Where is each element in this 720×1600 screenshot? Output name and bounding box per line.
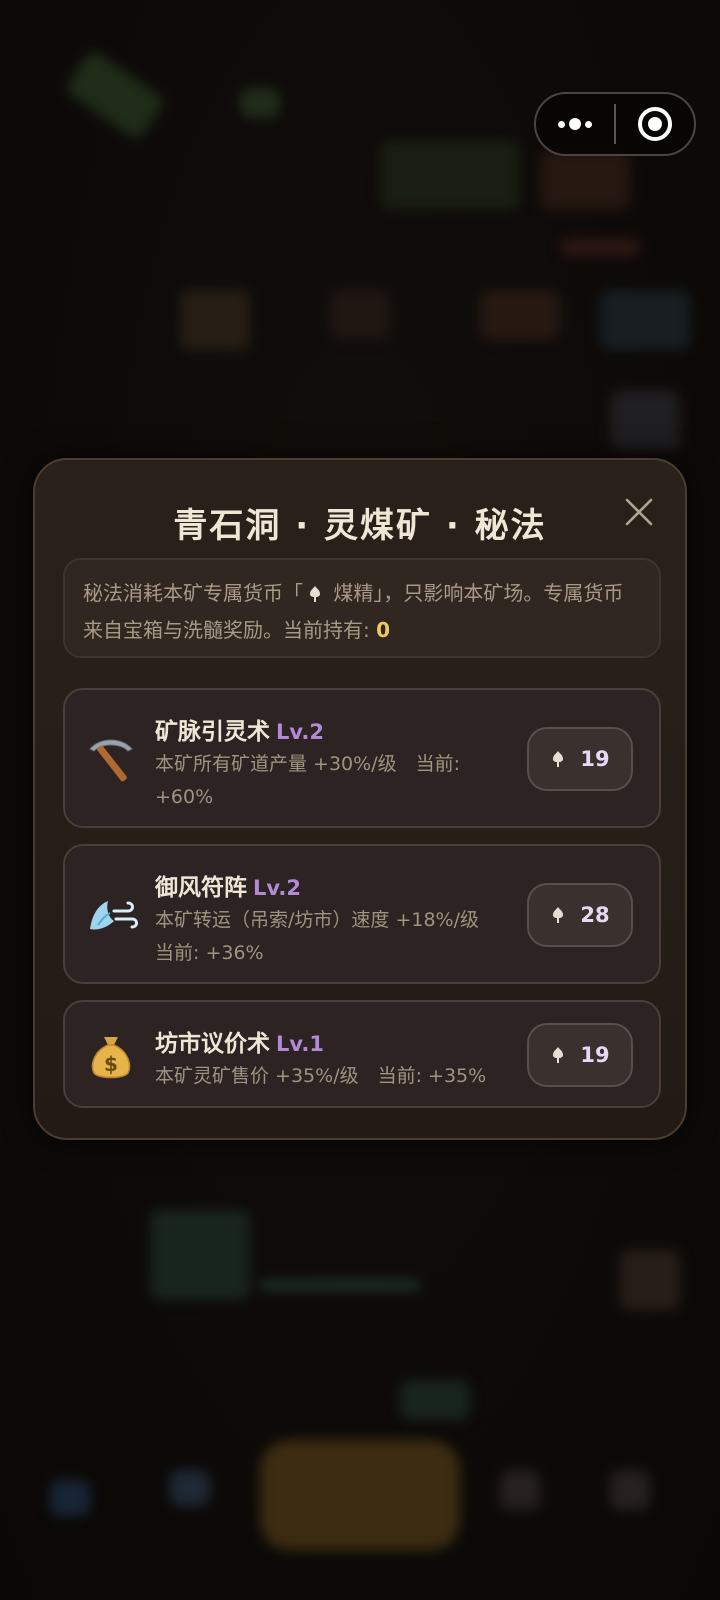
skill-name-text: 御风符阵 bbox=[155, 875, 247, 901]
miniprogram-capsule bbox=[534, 92, 696, 156]
skill-level: Lv.2 bbox=[276, 720, 324, 744]
info-text-before: 秘法消耗本矿专属货币「 bbox=[83, 581, 303, 605]
skill-card-wind-array: 御风符阵 Lv.2 本矿转运（吊索/坊市）速度 +18%/级 当前: +36% 2… bbox=[63, 844, 661, 984]
upgrade-cost: 28 bbox=[580, 903, 610, 927]
upgrade-button[interactable]: 19 bbox=[527, 1023, 633, 1087]
skill-level: Lv.2 bbox=[253, 876, 301, 900]
skill-description: 本矿转运（吊索/坊市）速度 +18%/级 当前: +36% bbox=[155, 909, 479, 964]
skill-name: 矿脉引灵术 Lv.2 bbox=[155, 712, 324, 746]
skill-name-text: 矿脉引灵术 bbox=[155, 719, 270, 745]
target-close-icon[interactable] bbox=[616, 94, 694, 154]
pickaxe-icon bbox=[81, 730, 141, 790]
secret-arts-modal: 青石洞 · 灵煤矿 · 秘法 秘法消耗本矿专属货币「 煤精」，只影响本矿场。专属… bbox=[33, 458, 687, 1140]
upgrade-button[interactable]: 28 bbox=[527, 883, 633, 947]
upgrade-cost: 19 bbox=[580, 1043, 610, 1067]
skill-description: 本矿灵矿售价 +35%/级 当前: +35% bbox=[155, 1065, 487, 1087]
skill-description: 本矿所有矿道产量 +30%/级 当前: +60% bbox=[155, 753, 460, 808]
skill-card-market-bargain: $ 坊市议价术 Lv.1 本矿灵矿售价 +35%/级 当前: +35% 19 bbox=[63, 1000, 661, 1108]
wind-icon bbox=[81, 886, 141, 946]
currency-name: 煤精 bbox=[327, 581, 374, 605]
skill-card-mine-vein: 矿脉引灵术 Lv.2 本矿所有矿道产量 +30%/级 当前: +60% 19 bbox=[63, 688, 661, 828]
leaf-gem-icon bbox=[553, 907, 564, 923]
leaf-gem-icon bbox=[553, 751, 564, 767]
upgrade-cost: 19 bbox=[580, 747, 610, 771]
holding-count: 0 bbox=[376, 618, 391, 642]
leaf-gem-icon bbox=[307, 579, 323, 613]
close-x-icon[interactable] bbox=[617, 490, 661, 534]
svg-text:$: $ bbox=[104, 1052, 118, 1076]
skill-name: 坊市议价术 Lv.1 bbox=[155, 1024, 324, 1058]
currency-info-box: 秘法消耗本矿专属货币「 煤精」，只影响本矿场。专属货币来自宝箱与洗髓奖励。当前持… bbox=[63, 558, 661, 658]
skill-name: 御风符阵 Lv.2 bbox=[155, 868, 301, 902]
more-dots-icon[interactable] bbox=[536, 94, 614, 154]
skill-name-text: 坊市议价术 bbox=[155, 1031, 270, 1057]
leaf-gem-icon bbox=[553, 1047, 564, 1063]
upgrade-button[interactable]: 19 bbox=[527, 727, 633, 791]
skill-level: Lv.1 bbox=[276, 1032, 324, 1056]
money-bag-icon: $ bbox=[81, 1026, 141, 1086]
modal-title: 青石洞 · 灵煤矿 · 秘法 bbox=[173, 506, 547, 546]
